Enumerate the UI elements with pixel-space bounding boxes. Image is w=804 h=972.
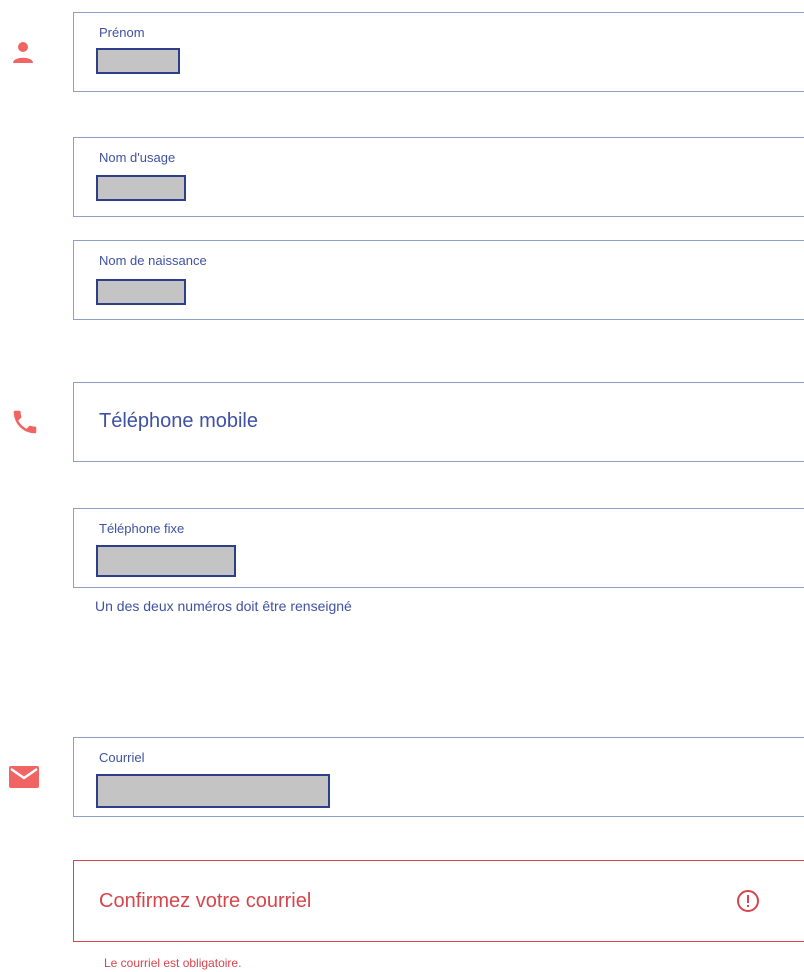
mail-icon [9, 766, 39, 793]
nom-usage-label: Nom d'usage [99, 150, 176, 165]
telephone-mobile-placeholder: Téléphone mobile [99, 410, 258, 432]
person-icon [10, 40, 36, 71]
prenom-value-redacted [96, 48, 180, 74]
nom-usage-value-redacted [96, 175, 186, 201]
courriel-field[interactable]: Courriel [73, 737, 804, 817]
telephone-mobile-field[interactable]: Téléphone mobile [73, 382, 804, 462]
telephone-fixe-value-redacted [96, 545, 236, 577]
confirm-courriel-placeholder: Confirmez votre courriel [99, 890, 312, 912]
phone-helper-text: Un des deux numéros doit être renseigné [95, 598, 352, 614]
nom-naissance-field[interactable]: Nom de naissance [73, 240, 804, 320]
telephone-fixe-label: Téléphone fixe [99, 521, 185, 536]
courriel-value-redacted [96, 774, 330, 808]
email-error-message: Le courriel est obligatoire. [104, 956, 242, 970]
courriel-label: Courriel [99, 750, 145, 765]
prenom-field[interactable]: Prénom [73, 12, 804, 92]
nom-usage-field[interactable]: Nom d'usage [73, 137, 804, 217]
confirm-courriel-field[interactable]: Confirmez votre courriel [73, 860, 804, 942]
nom-naissance-value-redacted [96, 279, 186, 305]
prenom-label: Prénom [99, 25, 145, 40]
phone-icon [10, 407, 40, 442]
alert-circle-icon [736, 889, 760, 918]
nom-naissance-label: Nom de naissance [99, 253, 207, 268]
telephone-fixe-field[interactable]: Téléphone fixe [73, 508, 804, 588]
